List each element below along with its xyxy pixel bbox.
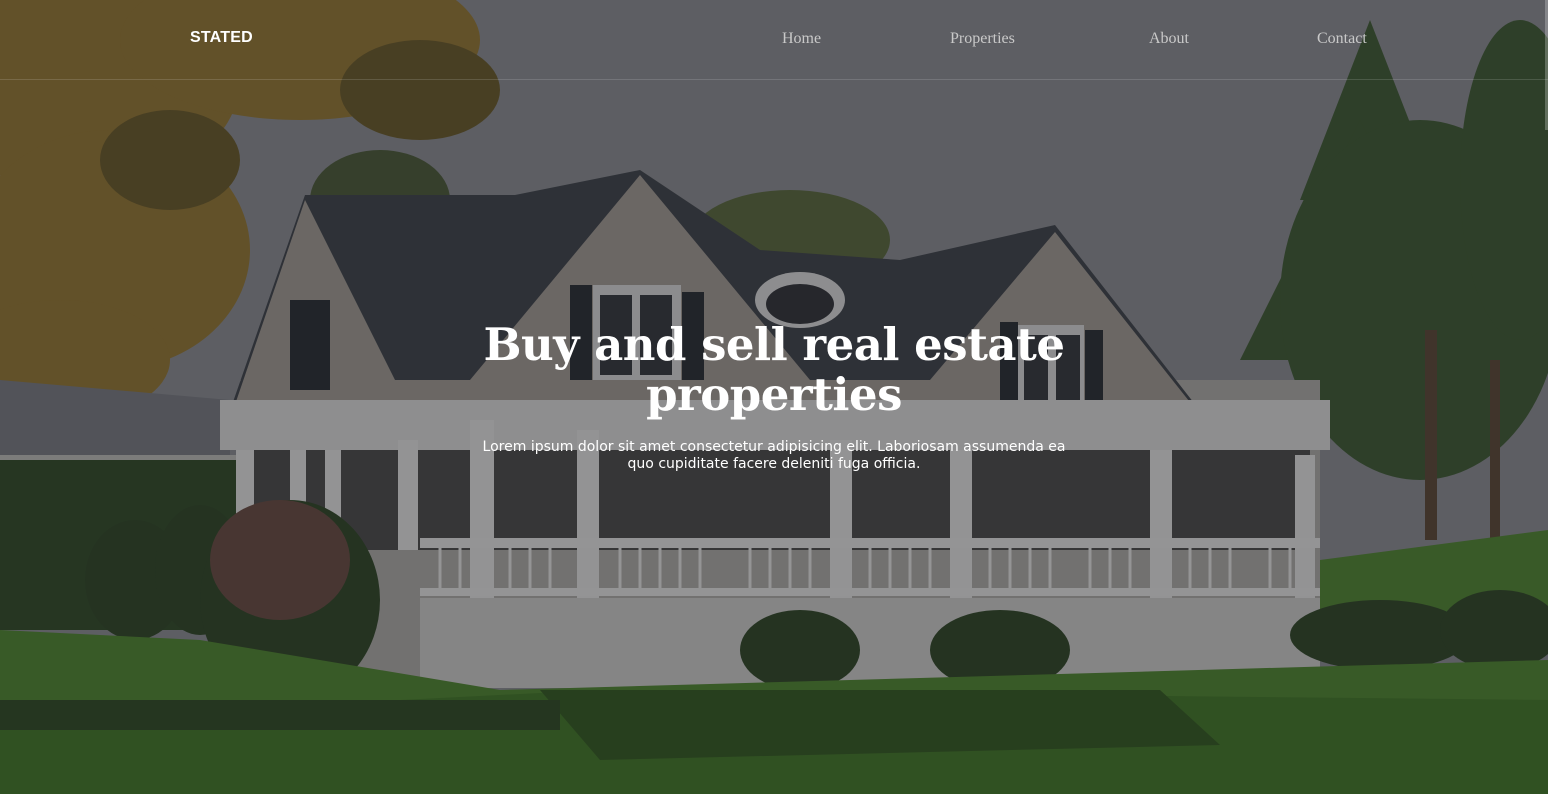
nav-link-about[interactable]: About <box>1149 30 1189 48</box>
nav-link-contact[interactable]: Contact <box>1317 30 1367 48</box>
brand-logo[interactable]: STATED <box>190 29 253 47</box>
top-navbar: STATED Home Properties About Contact <box>0 0 1548 80</box>
nav-link-home[interactable]: Home <box>782 30 821 48</box>
hero-subtext: Lorem ipsum dolor sit amet consectetur a… <box>482 439 1066 472</box>
nav-link-properties[interactable]: Properties <box>950 30 1015 48</box>
hero-headline: Buy and sell real estate properties <box>483 318 1065 421</box>
hero-section: STATED Home Properties About Contact Buy… <box>0 0 1548 794</box>
